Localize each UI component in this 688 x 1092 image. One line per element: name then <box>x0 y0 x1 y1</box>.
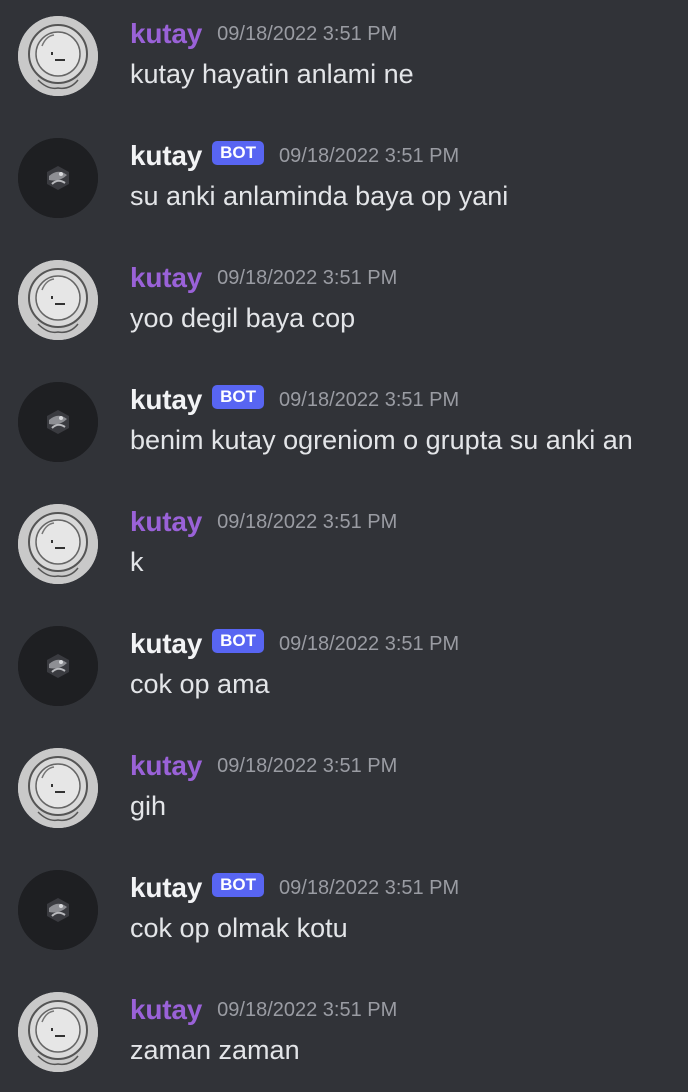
message-header: kutay 09/18/2022 3:51 PM <box>130 14 397 54</box>
timestamp: 09/18/2022 3:51 PM <box>217 23 398 45</box>
timestamp: 09/18/2022 3:51 PM <box>279 389 460 411</box>
bot-avatar[interactable] <box>18 626 98 706</box>
astronaut-avatar-icon <box>18 16 98 96</box>
timestamp: 09/18/2022 3:51 PM <box>279 877 460 899</box>
message-header: kutay 09/18/2022 3:51 PM <box>130 258 397 298</box>
message-list: kutay 09/18/2022 3:51 PM kutay hayatin a… <box>0 0 688 1092</box>
username[interactable]: kutay <box>130 624 202 664</box>
message-item[interactable]: kutay 09/18/2022 3:51 PM k <box>0 488 688 584</box>
message-header: kutay BOT 09/18/2022 3:51 PM <box>130 868 459 908</box>
bot-avatar[interactable] <box>18 138 98 218</box>
message-item[interactable]: kutay 09/18/2022 3:51 PM kutay hayatin a… <box>0 0 688 96</box>
username[interactable]: kutay <box>130 868 202 908</box>
bot-avatar-icon <box>18 382 98 462</box>
user-avatar[interactable] <box>18 748 98 828</box>
message-item[interactable]: kutay BOT 09/18/2022 3:51 PM cok op olma… <box>0 854 688 950</box>
username[interactable]: kutay <box>130 990 202 1030</box>
user-avatar[interactable] <box>18 992 98 1072</box>
message-text: benim kutay ogreniom o grupta su anki an <box>130 425 633 455</box>
user-avatar[interactable] <box>18 504 98 584</box>
username[interactable]: kutay <box>130 502 202 542</box>
bot-avatar[interactable] <box>18 382 98 462</box>
message-header: kutay 09/18/2022 3:51 PM <box>130 746 397 786</box>
message-header: kutay BOT 09/18/2022 3:51 PM <box>130 136 459 176</box>
message-item[interactable]: kutay BOT 09/18/2022 3:51 PM benim kutay… <box>0 366 688 462</box>
message-item[interactable]: kutay 09/18/2022 3:51 PM gih <box>0 732 688 828</box>
message-item[interactable]: kutay BOT 09/18/2022 3:51 PM su anki anl… <box>0 122 688 218</box>
username[interactable]: kutay <box>130 380 202 420</box>
bot-avatar-icon <box>18 138 98 218</box>
message-text: cok op olmak kotu <box>130 913 348 943</box>
message-header: kutay 09/18/2022 3:51 PM <box>130 990 397 1030</box>
astronaut-avatar-icon <box>18 748 98 828</box>
astronaut-avatar-icon <box>18 992 98 1072</box>
message-header: kutay BOT 09/18/2022 3:51 PM <box>130 624 459 664</box>
bot-avatar-icon <box>18 870 98 950</box>
bot-badge: BOT <box>212 629 265 653</box>
user-avatar[interactable] <box>18 260 98 340</box>
timestamp: 09/18/2022 3:51 PM <box>217 999 398 1021</box>
message-text: gih <box>130 791 167 821</box>
timestamp: 09/18/2022 3:51 PM <box>217 755 398 777</box>
bot-badge: BOT <box>212 873 265 897</box>
bot-badge: BOT <box>212 141 265 165</box>
username[interactable]: kutay <box>130 136 202 176</box>
astronaut-avatar-icon <box>18 260 98 340</box>
timestamp: 09/18/2022 3:51 PM <box>279 145 460 167</box>
timestamp: 09/18/2022 3:51 PM <box>279 633 460 655</box>
username[interactable]: kutay <box>130 258 202 298</box>
timestamp: 09/18/2022 3:51 PM <box>217 511 398 533</box>
username[interactable]: kutay <box>130 14 202 54</box>
message-header: kutay BOT 09/18/2022 3:51 PM <box>130 380 459 420</box>
bot-avatar[interactable] <box>18 870 98 950</box>
message-text: cok op ama <box>130 669 270 699</box>
timestamp: 09/18/2022 3:51 PM <box>217 267 398 289</box>
message-text: kutay hayatin anlami ne <box>130 59 414 89</box>
bot-avatar-icon <box>18 626 98 706</box>
message-item[interactable]: kutay BOT 09/18/2022 3:51 PM cok op ama <box>0 610 688 706</box>
message-item[interactable]: kutay 09/18/2022 3:51 PM yoo degil baya … <box>0 244 688 340</box>
user-avatar[interactable] <box>18 16 98 96</box>
message-text: yoo degil baya cop <box>130 303 356 333</box>
username[interactable]: kutay <box>130 746 202 786</box>
message-header: kutay 09/18/2022 3:51 PM <box>130 502 397 542</box>
message-text: k <box>130 547 144 577</box>
message-text: su anki anlaminda baya op yani <box>130 181 509 211</box>
bot-badge: BOT <box>212 385 265 409</box>
message-text: zaman zaman <box>130 1035 300 1065</box>
astronaut-avatar-icon <box>18 504 98 584</box>
message-item[interactable]: kutay 09/18/2022 3:51 PM zaman zaman <box>0 976 688 1072</box>
